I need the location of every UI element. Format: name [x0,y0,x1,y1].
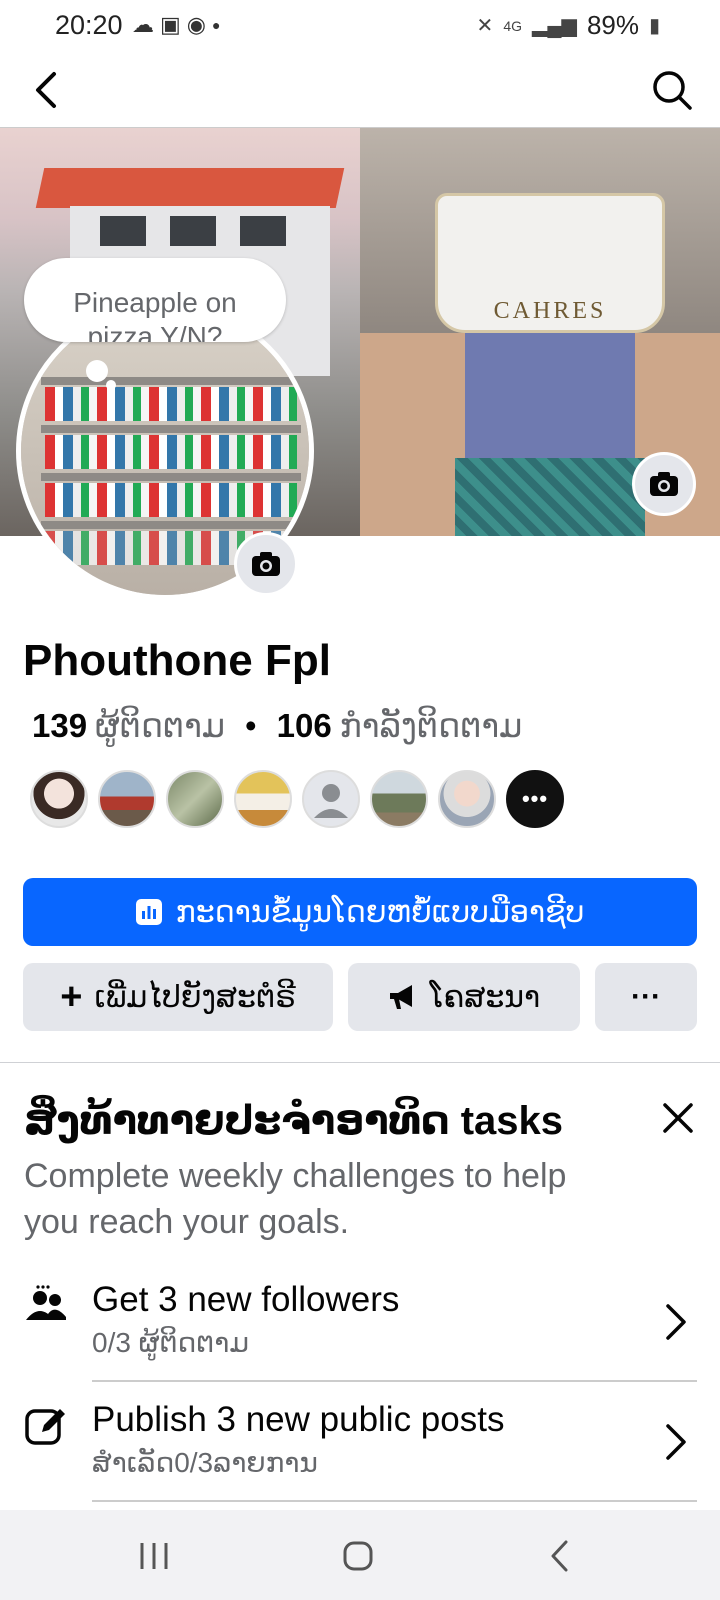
promote-button[interactable]: ໂຄສະນາ [348,963,580,1031]
default-person-icon [314,784,348,818]
follower-avatar[interactable] [234,770,292,828]
shelf-products [45,483,297,517]
shelf-products [45,435,297,469]
shelf-board [41,425,301,433]
stats-separator: • [245,706,257,744]
professional-dashboard-label: ກະດານຂໍ້ມູນໂດຍຫຍໍ້ແບບມືອາຊີບ [175,895,585,929]
handbag: CAHRES [435,193,665,333]
recent-apps-icon [140,1543,168,1569]
shelf-board [41,377,301,385]
chevron-right-icon [664,1302,688,1342]
close-tasks-button[interactable] [660,1100,696,1136]
profile-action-buttons: + ເພີ່ມໄປຍັງສະຕໍຣີ ໂຄສະນາ ··· [23,963,697,1031]
task-progress: 0/3 ຜູ້ຕິດຕາມ [92,1327,249,1358]
status-time: 20:20 [55,10,123,40]
4g-icon: 4G [503,17,522,34]
megaphone-icon [389,985,412,1009]
follower-avatar[interactable] [302,770,360,828]
task-divider [92,1380,697,1382]
profile-note[interactable]: Pineapple on pizza Y/N? [24,258,286,342]
plus-icon: + [60,975,83,1018]
cloud-icon: ☁ [132,12,154,37]
close-icon [663,1103,693,1133]
signal-icon: ▂▄▆ [532,15,577,37]
battery-level: 89% [586,10,639,40]
followers-count: 139 [32,706,88,744]
mute-icon: ✕ [476,15,494,37]
weekly-tasks-title: ສິ່ງທ້າທາຍປະຈຳອາທິດ tasks [24,1099,564,1143]
note-bubble-tail [106,380,116,390]
promote-label: ໂຄສະນາ [429,980,541,1014]
system-status: ✕ 4G ▂▄▆ 89% ▮ [477,10,660,41]
dot-icon: ● [212,17,221,33]
task-title: Publish 3 new public posts [92,1400,505,1439]
add-to-story-label: ເພີ່ມໄປຍັງສະຕໍຣີ [94,980,296,1014]
section-divider [0,1062,720,1063]
recent-apps-button[interactable] [130,1534,178,1578]
camera-icon [252,552,280,576]
camera-icon [650,472,678,496]
profile-name: Phouthone Fpl [23,636,331,685]
task-title: Get 3 new followers [92,1280,400,1319]
follower-avatar[interactable] [166,770,224,828]
house-window [100,216,146,246]
status-bar: 20:20 ☁ ▣ ◉ ● ✕ 4G ▂▄▆ 89% ▮ [0,0,720,52]
shelf-board [41,521,301,529]
bag-brand-text: CAHRES [493,298,607,324]
chevron-right-icon [664,1422,688,1462]
messenger-icon: ◉ [186,12,206,37]
follow-stats[interactable]: 139 ຜູ້ຕິດຕາມ • 106 ກຳລັງຕິດຕາມ [32,706,522,745]
more-dots-icon: ··· [631,980,661,1013]
note-bubble-tail [86,360,108,382]
search-button[interactable] [650,68,694,112]
task-divider [92,1500,697,1502]
shelf-board [41,473,301,481]
weekly-tasks-description: Complete weekly challenges to help you r… [24,1157,567,1241]
house-window [170,216,216,246]
follower-avatar[interactable] [98,770,156,828]
top-nav [0,52,720,128]
system-back-button[interactable] [536,1534,584,1578]
task-progress: ສຳເລັດ0/3ລາຍການ [92,1447,318,1478]
system-navigation-bar [0,1510,720,1600]
add-to-story-button[interactable]: + ເພີ່ມໄປຍັງສະຕໍຣີ [23,963,333,1031]
fabric-pattern [455,458,645,536]
more-options-button[interactable]: ··· [595,963,697,1031]
search-icon [653,71,692,110]
photos-icon: ▣ [160,12,181,37]
professional-dashboard-button[interactable]: ກະດານຂໍ້ມູນໂດຍຫຍໍ້ແບບມືອາຊີບ [23,878,697,946]
home-icon [343,1541,373,1571]
back-arrow-icon [36,72,56,108]
home-button[interactable] [334,1534,382,1578]
following-label: ກຳລັງຕິດຕາມ [339,707,523,744]
follower-avatar[interactable] [30,770,88,828]
notification-icons: ☁ ▣ ◉ ● [132,12,220,38]
compose-icon [24,1404,68,1448]
battery-icon: ▮ [648,15,660,37]
system-back-icon [551,1540,568,1572]
following-count: 106 [276,706,332,744]
edit-cover-button[interactable] [632,452,696,516]
task-item-posts[interactable]: Publish 3 new public posts ສຳເລັດ0/3ລາຍກ… [0,1396,720,1514]
shelf-products [45,387,297,421]
house-roof [35,168,345,208]
follower-avatar[interactable] [438,770,496,828]
follower-avatars: ••• [30,770,564,828]
followers-label: ຜູ້ຕິດຕາມ [95,707,226,744]
people-icon [24,1284,68,1328]
follower-avatar[interactable] [370,770,428,828]
dashboard-chart-icon [135,899,162,925]
edit-profile-picture-button[interactable] [234,532,298,596]
house-window [240,216,286,246]
note-text: Pineapple on pizza Y/N? [73,287,237,342]
more-followers-button[interactable]: ••• [506,770,564,828]
task-item-followers[interactable]: Get 3 new followers 0/3 ຜູ້ຕິດຕາມ [0,1276,720,1394]
back-button[interactable] [28,68,68,112]
